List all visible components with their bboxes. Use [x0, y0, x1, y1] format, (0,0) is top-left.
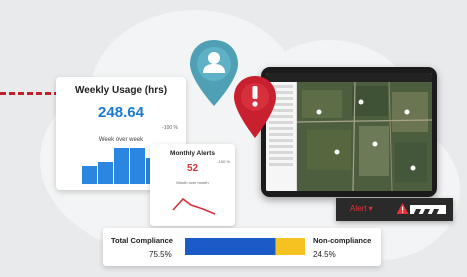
connector-dashed-line [0, 92, 60, 95]
compliance-card: Total Compliance 75.5% Non-compliance 24… [103, 228, 381, 266]
map-field-pattern [296, 81, 432, 191]
usage-bar [98, 162, 113, 184]
compliance-bar-non [275, 238, 305, 255]
total-compliance-label: Total Compliance [111, 236, 173, 245]
usage-bar [130, 148, 145, 184]
monthly-alerts-value: 52 [186, 163, 199, 174]
monthly-alerts-subtitle: Month over month [176, 180, 209, 185]
non-compliance-value: 24.5% [313, 250, 336, 259]
alert-dropdown-label[interactable]: Alert ▾ [350, 204, 373, 213]
app-top-bar [266, 73, 432, 82]
weekly-usage-change: -100 % [162, 125, 178, 131]
satellite-map[interactable] [296, 81, 432, 191]
total-compliance-value: 75.5% [149, 250, 172, 259]
alert-dropdown-bar[interactable]: Alert ▾ [336, 198, 453, 221]
monthly-alerts-title: Monthly Alerts [170, 150, 215, 157]
tablet-device [261, 67, 437, 197]
non-compliance-label: Non-compliance [313, 236, 372, 245]
usage-bar [82, 166, 97, 184]
weekly-usage-title: Weekly Usage (hrs) [74, 85, 168, 96]
monthly-alerts-card: Monthly Alerts -100 % 52 Month over mont… [150, 144, 235, 226]
usage-bar [114, 148, 129, 184]
alert-location-pin-icon [234, 76, 276, 138]
compliance-bar-total [185, 238, 276, 255]
monthly-alerts-trend-line [172, 197, 216, 215]
alert-level-indicator [410, 205, 446, 218]
compliance-stacked-bar [185, 238, 305, 255]
tablet-screen [266, 73, 432, 191]
weekly-usage-value: 248.64 [98, 104, 144, 121]
warning-triangle-icon [396, 203, 409, 214]
